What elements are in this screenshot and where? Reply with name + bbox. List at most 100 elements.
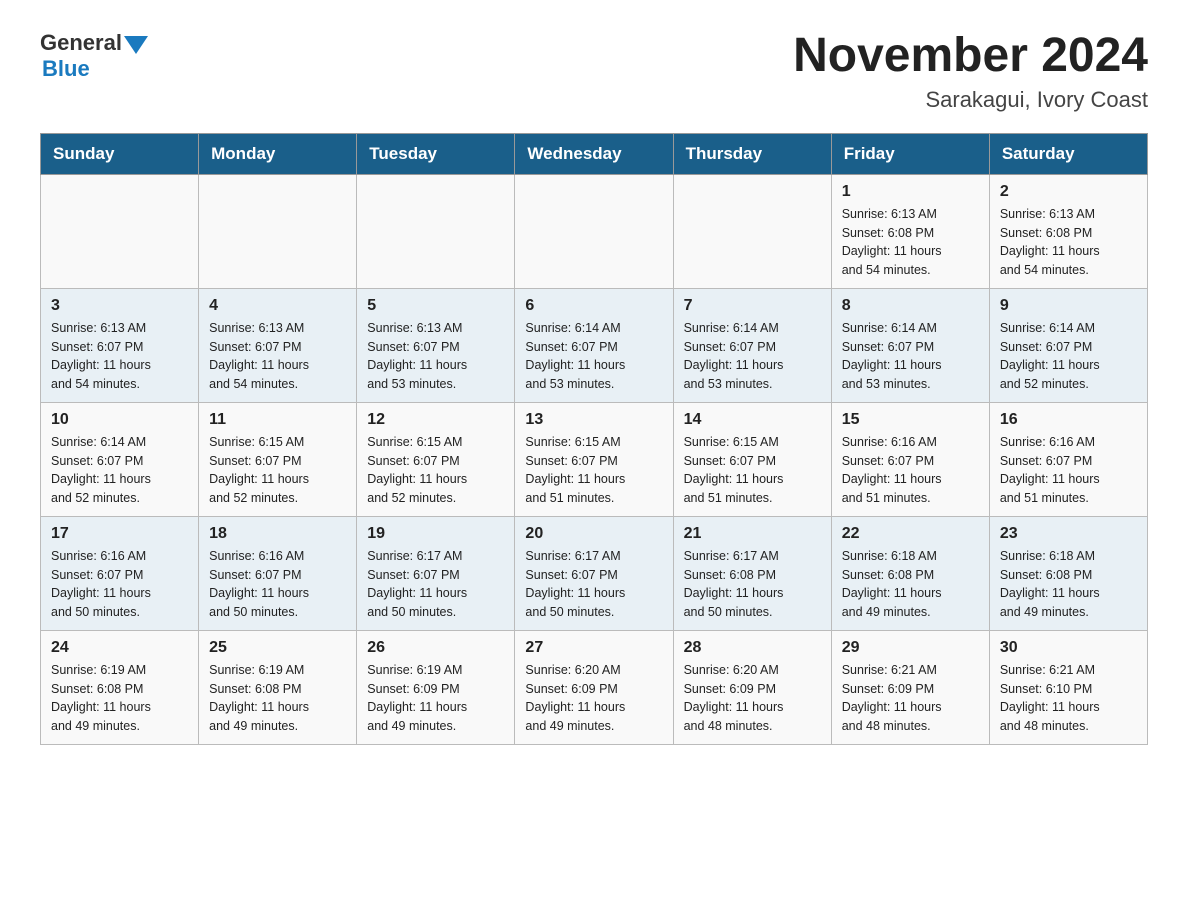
day-number: 28 [684, 639, 821, 657]
calendar-cell: 20Sunrise: 6:17 AM Sunset: 6:07 PM Dayli… [515, 516, 673, 630]
calendar-cell [515, 174, 673, 288]
day-number: 9 [1000, 297, 1137, 315]
day-number: 2 [1000, 183, 1137, 201]
calendar-cell [357, 174, 515, 288]
day-number: 15 [842, 411, 979, 429]
day-number: 21 [684, 525, 821, 543]
calendar-cell: 13 Sunrise: 6:15 AM Sunset: 6:07 PM Dayli… [515, 402, 673, 516]
day-info: Sunrise: 6:15 AM Sunset: 6:07 PM Dayligh… [209, 433, 346, 508]
day-number: 12 [367, 411, 504, 429]
calendar-cell: 14 Sunrise: 6:15 AM Sunset: 6:07 PM Dayli… [673, 402, 831, 516]
day-info: Sunrise: 6:15 AM Sunset: 6:07 PM Dayligh… [525, 433, 662, 508]
calendar-cell: 25 Sunrise: 6:19 AM Sunset: 6:08 PM Dayli… [199, 630, 357, 744]
calendar-header-row: SundayMondayTuesdayWednesdayThursdayFrid… [41, 133, 1148, 174]
day-number: 5 [367, 297, 504, 315]
day-info: Sunrise: 6:21 AM Sunset: 6:10 PM Dayligh… [1000, 661, 1137, 736]
day-info: Sunrise: 6:19 AM Sunset: 6:09 PM Dayligh… [367, 661, 504, 736]
calendar-cell [199, 174, 357, 288]
day-info: Sunrise: 6:13 AM Sunset: 6:08 PM Dayligh… [842, 205, 979, 280]
day-header-monday: Monday [199, 133, 357, 174]
calendar-table: SundayMondayTuesdayWednesdayThursdayFrid… [40, 133, 1148, 745]
day-number: 3 [51, 297, 188, 315]
day-header-wednesday: Wednesday [515, 133, 673, 174]
calendar-cell: 9 Sunrise: 6:14 AM Sunset: 6:07 PM Daylig… [989, 288, 1147, 402]
day-info: Sunrise: 6:16 AM Sunset: 6:07 PM Dayligh… [209, 547, 346, 622]
calendar-cell: 16 Sunrise: 6:16 AM Sunset: 6:07 PM Dayli… [989, 402, 1147, 516]
day-number: 16 [1000, 411, 1137, 429]
calendar-cell: 4Sunrise: 6:13 AM Sunset: 6:07 PM Daylig… [199, 288, 357, 402]
day-number: 8 [842, 297, 979, 315]
calendar-cell: 2 Sunrise: 6:13 AM Sunset: 6:08 PM Daylig… [989, 174, 1147, 288]
day-info: Sunrise: 6:18 AM Sunset: 6:08 PM Dayligh… [1000, 547, 1137, 622]
day-number: 23 [1000, 525, 1137, 543]
calendar-cell: 5 Sunrise: 6:13 AM Sunset: 6:07 PM Daylig… [357, 288, 515, 402]
day-number: 7 [684, 297, 821, 315]
calendar-cell: 3 Sunrise: 6:13 AM Sunset: 6:07 PM Daylig… [41, 288, 199, 402]
day-info: Sunrise: 6:18 AM Sunset: 6:08 PM Dayligh… [842, 547, 979, 622]
day-info: Sunrise: 6:15 AM Sunset: 6:07 PM Dayligh… [684, 433, 821, 508]
day-info: Sunrise: 6:16 AM Sunset: 6:07 PM Dayligh… [1000, 433, 1137, 508]
calendar-cell [41, 174, 199, 288]
day-info: Sunrise: 6:17 AM Sunset: 6:07 PM Dayligh… [367, 547, 504, 622]
logo: General Blue [40, 30, 148, 82]
day-info: Sunrise: 6:19 AM Sunset: 6:08 PM Dayligh… [209, 661, 346, 736]
calendar-cell: 29 Sunrise: 6:21 AM Sunset: 6:09 PM Dayli… [831, 630, 989, 744]
day-info: Sunrise: 6:15 AM Sunset: 6:07 PM Dayligh… [367, 433, 504, 508]
month-title: November 2024 [793, 30, 1148, 83]
day-number: 4 [209, 297, 346, 315]
day-header-saturday: Saturday [989, 133, 1147, 174]
day-number: 10 [51, 411, 188, 429]
day-info: Sunrise: 6:13 AM Sunset: 6:07 PM Dayligh… [367, 319, 504, 394]
day-number: 29 [842, 639, 979, 657]
day-info: Sunrise: 6:14 AM Sunset: 6:07 PM Dayligh… [525, 319, 662, 394]
calendar-cell: 23 Sunrise: 6:18 AM Sunset: 6:08 PM Dayli… [989, 516, 1147, 630]
calendar-week-row: 24 Sunrise: 6:19 AM Sunset: 6:08 PM Dayli… [41, 630, 1148, 744]
day-info: Sunrise: 6:17 AM Sunset: 6:08 PM Dayligh… [684, 547, 821, 622]
calendar-cell: 28 Sunrise: 6:20 AM Sunset: 6:09 PM Dayli… [673, 630, 831, 744]
logo-general-text: General [40, 30, 122, 56]
calendar-cell: 22 Sunrise: 6:18 AM Sunset: 6:08 PM Dayli… [831, 516, 989, 630]
day-number: 13 [525, 411, 662, 429]
calendar-week-row: 1Sunrise: 6:13 AM Sunset: 6:08 PM Daylig… [41, 174, 1148, 288]
calendar-week-row: 10 Sunrise: 6:14 AM Sunset: 6:07 PM Dayli… [41, 402, 1148, 516]
calendar-week-row: 17 Sunrise: 6:16 AM Sunset: 6:07 PM Dayli… [41, 516, 1148, 630]
day-number: 26 [367, 639, 504, 657]
calendar-cell: 10 Sunrise: 6:14 AM Sunset: 6:07 PM Dayli… [41, 402, 199, 516]
calendar-cell: 8 Sunrise: 6:14 AM Sunset: 6:07 PM Daylig… [831, 288, 989, 402]
calendar-cell: 12 Sunrise: 6:15 AM Sunset: 6:07 PM Dayli… [357, 402, 515, 516]
calendar-cell: 6 Sunrise: 6:14 AM Sunset: 6:07 PM Daylig… [515, 288, 673, 402]
calendar-cell: 26 Sunrise: 6:19 AM Sunset: 6:09 PM Dayli… [357, 630, 515, 744]
day-header-friday: Friday [831, 133, 989, 174]
day-number: 22 [842, 525, 979, 543]
day-info: Sunrise: 6:14 AM Sunset: 6:07 PM Dayligh… [842, 319, 979, 394]
calendar-cell: 11 Sunrise: 6:15 AM Sunset: 6:07 PM Dayli… [199, 402, 357, 516]
page-header: General Blue November 2024 Sarakagui, Iv… [40, 30, 1148, 113]
logo-arrow-icon [124, 36, 148, 54]
title-section: November 2024 Sarakagui, Ivory Coast [793, 30, 1148, 113]
calendar-cell: 30Sunrise: 6:21 AM Sunset: 6:10 PM Dayli… [989, 630, 1147, 744]
day-number: 17 [51, 525, 188, 543]
day-info: Sunrise: 6:13 AM Sunset: 6:08 PM Dayligh… [1000, 205, 1137, 280]
day-number: 25 [209, 639, 346, 657]
calendar-cell: 18 Sunrise: 6:16 AM Sunset: 6:07 PM Dayli… [199, 516, 357, 630]
day-number: 11 [209, 411, 346, 429]
day-info: Sunrise: 6:16 AM Sunset: 6:07 PM Dayligh… [51, 547, 188, 622]
day-number: 18 [209, 525, 346, 543]
calendar-cell: 17 Sunrise: 6:16 AM Sunset: 6:07 PM Dayli… [41, 516, 199, 630]
day-number: 14 [684, 411, 821, 429]
day-info: Sunrise: 6:21 AM Sunset: 6:09 PM Dayligh… [842, 661, 979, 736]
day-header-sunday: Sunday [41, 133, 199, 174]
day-number: 6 [525, 297, 662, 315]
day-info: Sunrise: 6:14 AM Sunset: 6:07 PM Dayligh… [1000, 319, 1137, 394]
day-info: Sunrise: 6:19 AM Sunset: 6:08 PM Dayligh… [51, 661, 188, 736]
calendar-week-row: 3 Sunrise: 6:13 AM Sunset: 6:07 PM Daylig… [41, 288, 1148, 402]
day-number: 24 [51, 639, 188, 657]
day-info: Sunrise: 6:20 AM Sunset: 6:09 PM Dayligh… [684, 661, 821, 736]
day-info: Sunrise: 6:14 AM Sunset: 6:07 PM Dayligh… [51, 433, 188, 508]
day-info: Sunrise: 6:14 AM Sunset: 6:07 PM Dayligh… [684, 319, 821, 394]
day-number: 27 [525, 639, 662, 657]
calendar-cell: 24 Sunrise: 6:19 AM Sunset: 6:08 PM Dayli… [41, 630, 199, 744]
calendar-cell: 19Sunrise: 6:17 AM Sunset: 6:07 PM Dayli… [357, 516, 515, 630]
calendar-cell [673, 174, 831, 288]
day-info: Sunrise: 6:13 AM Sunset: 6:07 PM Dayligh… [51, 319, 188, 394]
